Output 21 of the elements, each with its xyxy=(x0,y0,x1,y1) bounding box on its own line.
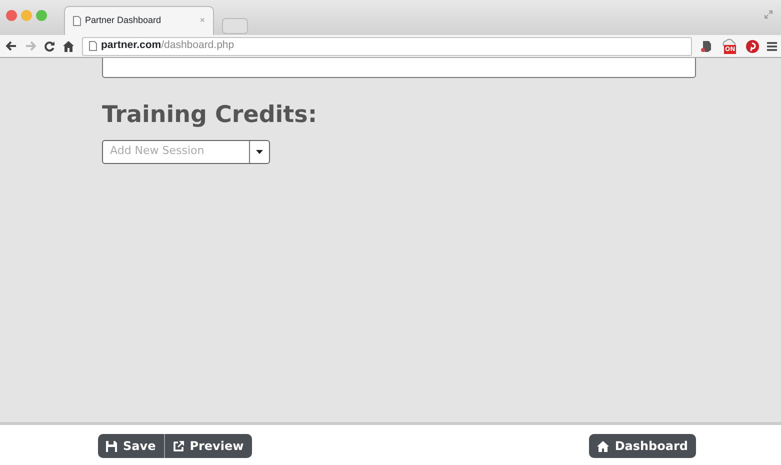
page-icon xyxy=(73,16,81,26)
dashboard-button[interactable]: Dashboard xyxy=(588,434,696,458)
close-window-icon[interactable] xyxy=(6,10,17,21)
external-link-icon xyxy=(172,440,184,452)
save-button[interactable]: Save xyxy=(98,434,165,458)
menu-icon[interactable] xyxy=(767,42,777,50)
browser-tab[interactable]: Partner Dashboard × xyxy=(64,6,214,35)
home-icon[interactable] xyxy=(63,40,74,52)
address-bar[interactable]: partner.com/dashboard.php xyxy=(82,36,692,56)
save-icon xyxy=(106,440,117,452)
section-heading: Training Credits: xyxy=(102,102,318,130)
home-icon xyxy=(596,440,609,452)
url-text: partner.com/dashboard.php xyxy=(101,38,234,54)
back-icon[interactable] xyxy=(6,41,17,51)
reload-icon[interactable] xyxy=(44,40,55,52)
page-icon xyxy=(89,41,97,51)
preview-button[interactable]: Preview xyxy=(164,434,252,458)
caret-icon xyxy=(256,150,263,154)
text-area[interactable] xyxy=(102,58,696,78)
pin-logo-icon[interactable] xyxy=(746,40,759,52)
tab-title: Partner Dashboard xyxy=(85,14,162,28)
